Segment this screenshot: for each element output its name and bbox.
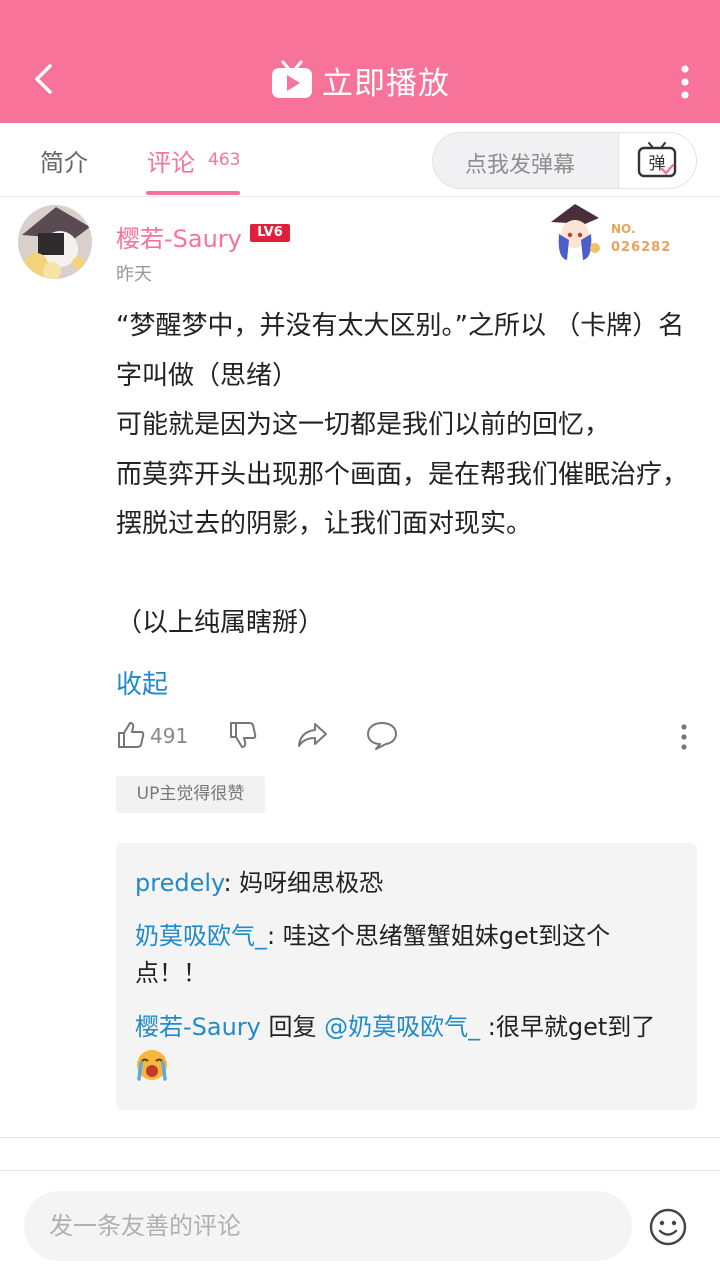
- comment-input[interactable]: [24, 1191, 632, 1261]
- active-tab-indicator: [146, 191, 240, 195]
- reply-author[interactable]: 樱若-Saury: [135, 1013, 261, 1041]
- tab-bar: 简介 评论 463 点我发弹幕 弹: [0, 123, 720, 197]
- more-vertical-icon[interactable]: [680, 64, 690, 100]
- user-avatar[interactable]: [18, 205, 92, 279]
- fan-badge-number: 026282: [611, 240, 672, 255]
- crying-emoji-icon: [137, 1050, 167, 1081]
- tab-intro[interactable]: 简介: [40, 143, 88, 178]
- danmaku-toggle[interactable]: 弹: [618, 133, 696, 188]
- up-liked-badge: UP主觉得很赞: [116, 776, 265, 813]
- comment-username[interactable]: 樱若-Saury: [116, 219, 242, 254]
- comment-count: 463: [208, 150, 241, 170]
- comment-paragraph: 而莫弈开头出现那个画面，是在帮我们催眠治疗，摆脱过去的阴影，让我们面对现实。: [116, 459, 689, 540]
- reply-mention[interactable]: @奶莫吸欧气_: [324, 1013, 480, 1041]
- comment-paragraph: “梦醒梦中，并没有太大区别。”之所以 （卡牌）名字叫做（思绪）: [116, 311, 685, 391]
- reply-verb: 回复: [260, 1013, 325, 1041]
- comment-content: “梦醒梦中，并没有太大区别。”之所以 （卡牌）名字叫做（思绪） 可能就是因为这一…: [116, 302, 701, 649]
- danmaku-placeholder[interactable]: 点我发弹幕: [465, 147, 575, 179]
- reply-item[interactable]: 奶莫吸欧气_: 哇这个思绪蟹蟹姐妹get到这个点！！: [135, 918, 675, 992]
- comment-time: 昨天: [116, 264, 152, 285]
- reply-bubble-icon[interactable]: [366, 720, 398, 750]
- comment-paragraph: （以上纯属瞎掰）: [116, 608, 325, 638]
- comment-composer: [0, 1170, 720, 1280]
- play-now-button[interactable]: 立即播放: [0, 52, 720, 108]
- share-icon[interactable]: [296, 720, 328, 750]
- fan-badge-avatar: [551, 204, 600, 260]
- thumbs-up-icon[interactable]: [116, 720, 146, 750]
- reply-list[interactable]: predely: 妈呀细思极恐 奶莫吸欧气_: 哇这个思绪蟹蟹姐妹get到这个点…: [116, 843, 697, 1110]
- comment-paragraph: 可能就是因为这一切都是我们以前的回忆，: [116, 410, 611, 440]
- level-badge: LV6: [250, 224, 290, 242]
- page-title: 立即播放: [322, 65, 450, 102]
- like-count: 491: [150, 724, 189, 748]
- top-bar: 立即播放: [0, 0, 720, 123]
- reply-author[interactable]: 奶莫吸欧气_: [135, 922, 267, 950]
- reply-text: :很早就get到了: [480, 1013, 656, 1041]
- tab-comments[interactable]: 评论: [147, 143, 195, 178]
- danmaku-entry[interactable]: 点我发弹幕 弹: [432, 132, 697, 189]
- bilibili-tv-icon: [272, 60, 312, 98]
- reply-item[interactable]: 樱若-Saury 回复 @奶莫吸欧气_ :很早就get到了: [135, 1009, 675, 1083]
- collapse-link[interactable]: 收起: [116, 664, 168, 701]
- comment-paragraph: [116, 550, 701, 600]
- thumbs-down-icon[interactable]: [228, 720, 258, 750]
- danmaku-icon: 弹: [637, 142, 677, 178]
- reply-author[interactable]: predely: [135, 869, 223, 897]
- reply-text: : 妈呀细思极恐: [223, 869, 384, 897]
- fan-badge-label: NO.: [611, 222, 636, 236]
- comment-more-icon[interactable]: [680, 724, 688, 750]
- smile-icon[interactable]: [648, 1207, 688, 1247]
- divider: [0, 1137, 720, 1138]
- reply-item[interactable]: predely: 妈呀细思极恐: [135, 865, 675, 902]
